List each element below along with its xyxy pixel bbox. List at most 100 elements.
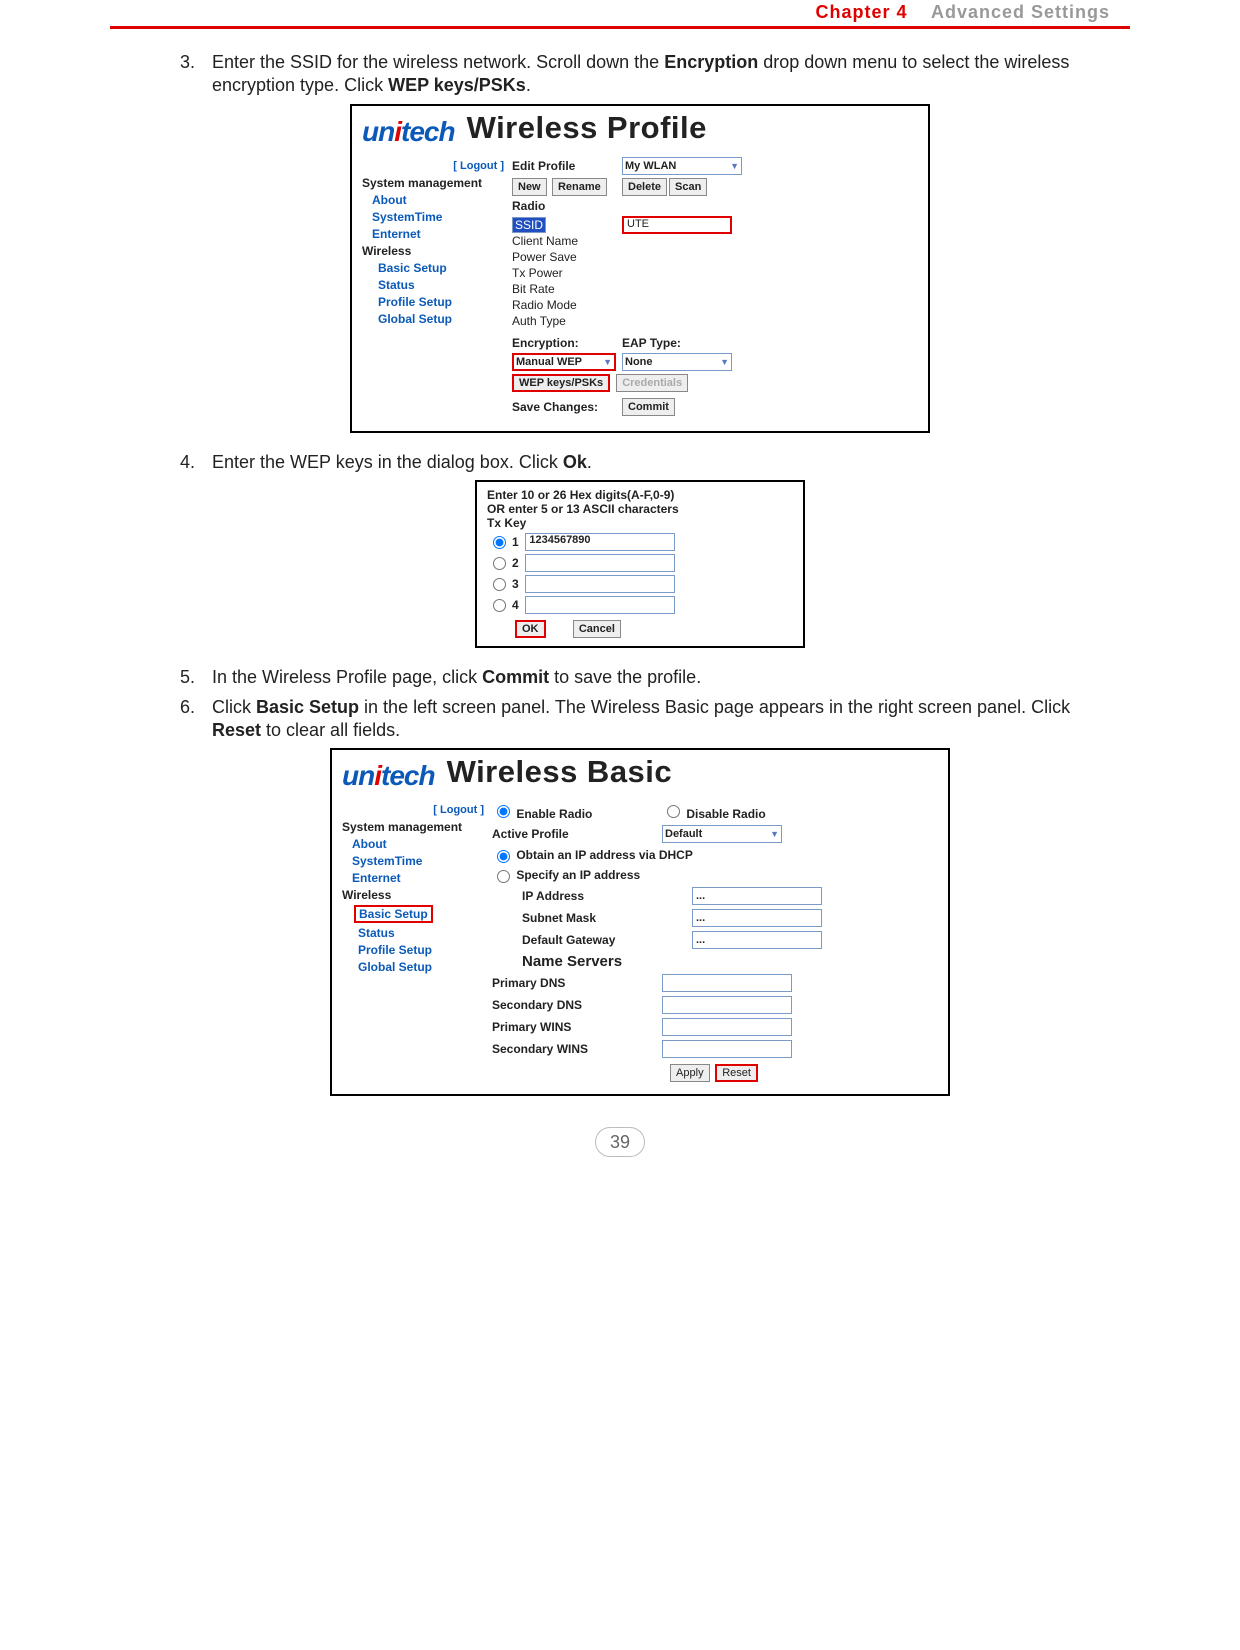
- active-profile-label: Active Profile: [492, 827, 662, 841]
- wepkeys-button[interactable]: WEP keys/PSKs: [512, 374, 610, 392]
- subnet-label: Subnet Mask: [492, 911, 692, 925]
- sidebar-item-profile-setup[interactable]: Profile Setup: [378, 295, 512, 309]
- gateway-input[interactable]: ...: [692, 931, 822, 949]
- delete-button[interactable]: Delete: [622, 178, 667, 196]
- step-text: Enter the SSID for the wireless network.…: [212, 51, 1100, 98]
- txkey-radio-2[interactable]: [493, 557, 506, 570]
- step-number: 5.: [180, 666, 212, 689]
- key2-input[interactable]: [525, 554, 675, 572]
- radiomode-label[interactable]: Radio Mode: [512, 298, 622, 312]
- rename-button[interactable]: Rename: [552, 178, 607, 196]
- step-5: 5. In the Wireless Profile page, click C…: [180, 666, 1100, 689]
- edit-profile-label: Edit Profile: [512, 159, 622, 173]
- screenshot-wep-dialog: Enter 10 or 26 Hex digits(A-F,0-9) OR en…: [475, 480, 805, 648]
- primary-dns-input[interactable]: [662, 974, 792, 992]
- sidebar-category: System management: [362, 176, 512, 190]
- sidebar-item-wireless[interactable]: Wireless: [362, 244, 512, 258]
- sidebar-item-systemtime[interactable]: SystemTime: [372, 210, 512, 224]
- credentials-button: Credentials: [616, 374, 688, 392]
- sidebar-item-global-setup[interactable]: Global Setup: [378, 312, 512, 326]
- hint-line2: OR enter 5 or 13 ASCII characters: [487, 502, 793, 516]
- ip-input[interactable]: ...: [692, 887, 822, 905]
- active-profile-select[interactable]: Default▼: [662, 825, 782, 843]
- ssid-label[interactable]: SSID: [512, 217, 546, 233]
- step-text: In the Wireless Profile page, click Comm…: [212, 666, 1100, 689]
- chevron-down-icon: ▼: [603, 357, 612, 367]
- txkey-radio-1[interactable]: [493, 536, 506, 549]
- sidebar-item-global-setup[interactable]: Global Setup: [358, 960, 492, 974]
- key2-label: 2: [512, 556, 519, 570]
- secondary-dns-input[interactable]: [662, 996, 792, 1014]
- txkey-radio-4[interactable]: [493, 599, 506, 612]
- sidebar: [ Logout ] System management About Syste…: [342, 798, 492, 1082]
- step-text: Click Basic Setup in the left screen pan…: [212, 696, 1100, 743]
- sidebar-item-wireless[interactable]: Wireless: [342, 888, 492, 902]
- key3-label: 3: [512, 577, 519, 591]
- sidebar-item-status[interactable]: Status: [378, 278, 512, 292]
- gateway-label: Default Gateway: [492, 933, 692, 947]
- disable-radio[interactable]: [667, 805, 680, 818]
- sidebar-item-about[interactable]: About: [372, 193, 512, 207]
- sidebar-category: System management: [342, 820, 492, 834]
- specify-ip-radio[interactable]: [497, 870, 510, 883]
- logout-link[interactable]: [ Logout ]: [342, 804, 492, 816]
- chapter-title: Advanced Settings: [931, 2, 1110, 22]
- powersave-label[interactable]: Power Save: [512, 250, 622, 264]
- key4-input[interactable]: [525, 596, 675, 614]
- eaptype-select[interactable]: None▼: [622, 353, 732, 371]
- sidebar-item-profile-setup[interactable]: Profile Setup: [358, 943, 492, 957]
- secondary-dns-label: Secondary DNS: [492, 998, 662, 1012]
- page-footer: 39: [60, 1132, 1180, 1153]
- ok-button[interactable]: OK: [515, 620, 546, 638]
- ip-label: IP Address: [492, 889, 692, 903]
- ssid-input[interactable]: UTE: [622, 216, 732, 234]
- sidebar-item-enternet[interactable]: Enternet: [372, 227, 512, 241]
- step-4: 4. Enter the WEP keys in the dialog box.…: [180, 451, 1100, 474]
- obtain-dhcp-label: Obtain an IP address via DHCP: [516, 848, 693, 862]
- txkey-label: Tx Key: [487, 516, 793, 530]
- page-title: Wireless Profile: [461, 106, 707, 150]
- step-number: 6.: [180, 696, 212, 743]
- secondary-wins-input[interactable]: [662, 1040, 792, 1058]
- txkey-radio-3[interactable]: [493, 578, 506, 591]
- sidebar-item-systemtime[interactable]: SystemTime: [352, 854, 492, 868]
- cancel-button[interactable]: Cancel: [573, 620, 621, 638]
- unitech-logo: unitech: [352, 108, 461, 148]
- eaptype-label: EAP Type:: [622, 336, 681, 350]
- clientname-label[interactable]: Client Name: [512, 234, 622, 248]
- radio-label: Radio: [512, 199, 622, 213]
- chevron-down-icon: ▼: [720, 357, 729, 367]
- encryption-select[interactable]: Manual WEP▼: [512, 353, 616, 371]
- sidebar-item-basic-setup[interactable]: Basic Setup: [354, 905, 433, 923]
- enable-radio[interactable]: [497, 805, 510, 818]
- scan-button[interactable]: Scan: [669, 178, 707, 196]
- authtype-label[interactable]: Auth Type: [512, 314, 622, 328]
- key4-label: 4: [512, 598, 519, 612]
- secondary-wins-label: Secondary WINS: [492, 1042, 662, 1056]
- txpower-label[interactable]: Tx Power: [512, 266, 622, 280]
- subnet-input[interactable]: ...: [692, 909, 822, 927]
- key3-input[interactable]: [525, 575, 675, 593]
- screenshot-wireless-basic: unitech Wireless Basic [ Logout ] System…: [330, 748, 950, 1096]
- sidebar: [ Logout ] System management About Syste…: [362, 154, 512, 419]
- reset-button[interactable]: Reset: [715, 1064, 758, 1082]
- primary-wins-label: Primary WINS: [492, 1020, 662, 1034]
- step-number: 4.: [180, 451, 212, 474]
- hint-line1: Enter 10 or 26 Hex digits(A-F,0-9): [487, 488, 793, 502]
- bitrate-label[interactable]: Bit Rate: [512, 282, 622, 296]
- key1-input[interactable]: 1234567890: [525, 533, 675, 551]
- sidebar-item-enternet[interactable]: Enternet: [352, 871, 492, 885]
- page-title: Wireless Basic: [441, 750, 673, 794]
- sidebar-item-about[interactable]: About: [352, 837, 492, 851]
- sidebar-item-status[interactable]: Status: [358, 926, 492, 940]
- logout-link[interactable]: [ Logout ]: [362, 160, 512, 172]
- divider: [110, 26, 1130, 29]
- chevron-down-icon: ▼: [770, 829, 779, 839]
- obtain-dhcp-radio[interactable]: [497, 850, 510, 863]
- profile-select[interactable]: My WLAN▼: [622, 157, 742, 175]
- commit-button[interactable]: Commit: [622, 398, 675, 416]
- apply-button[interactable]: Apply: [670, 1064, 710, 1082]
- primary-wins-input[interactable]: [662, 1018, 792, 1036]
- sidebar-item-basic-setup[interactable]: Basic Setup: [378, 261, 512, 275]
- new-button[interactable]: New: [512, 178, 547, 196]
